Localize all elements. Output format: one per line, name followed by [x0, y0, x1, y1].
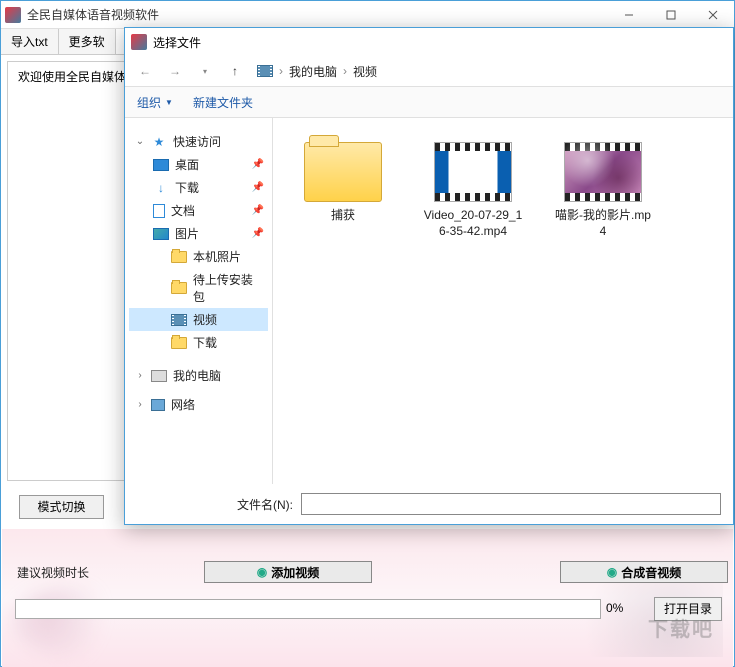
tree-video-label: 视频	[193, 311, 217, 328]
download-icon: ↓	[153, 181, 169, 195]
nav-forward-icon[interactable]: →	[163, 59, 187, 83]
chevron-right-icon: ›	[279, 64, 283, 78]
tree-pending-pkg[interactable]: 待上传安装包	[129, 268, 268, 308]
play-add-icon: ◉	[257, 565, 267, 579]
network-icon	[151, 399, 165, 411]
tree-my-pc-label: 我的电脑	[173, 367, 221, 384]
main-titlebar: 全民自媒体语音视频软件	[1, 1, 734, 29]
suggest-duration-label: 建议视频时长	[17, 564, 89, 581]
breadcrumb-root[interactable]: 我的电脑	[289, 63, 337, 80]
caret-down-icon: ⌄	[135, 136, 145, 147]
tree-pictures[interactable]: 图片 📌	[129, 222, 268, 245]
star-icon: ★	[151, 135, 167, 149]
minimize-button[interactable]	[608, 1, 650, 29]
caret-right-icon: ›	[135, 399, 145, 410]
tree-documents-label: 文档	[171, 202, 195, 219]
dialog-title: 选择文件	[153, 34, 201, 51]
dialog-body: ⌄ ★ 快速访问 桌面 📌 ↓ 下载 📌 文档 📌 图片	[125, 118, 733, 484]
tree-local-photos[interactable]: 本机照片	[129, 245, 268, 268]
tree-desktop-label: 桌面	[175, 156, 199, 173]
folder-thumb-icon	[304, 142, 382, 202]
welcome-text: 欢迎使用全民自媒体	[18, 70, 126, 84]
file-item-video1[interactable]: Video_20-07-29_16-35-42.mp4	[423, 142, 523, 239]
file-item-video2[interactable]: 喵影-我的影片.mp4	[553, 142, 653, 239]
video-thumb-icon	[434, 142, 512, 202]
compose-av-label: 合成音视频	[621, 564, 681, 581]
video-thumb-icon	[564, 142, 642, 202]
mode-switch-button[interactable]: 模式切换	[19, 495, 104, 519]
file-dialog: 选择文件 ← → ▾ ↑ › 我的电脑 › 视频 组织 ▼ 新建文件夹 ⌄ ★ …	[124, 27, 734, 525]
folder-icon	[171, 282, 187, 294]
tree-network[interactable]: › 网络	[129, 393, 268, 416]
open-dir-button[interactable]: 打开目录	[654, 597, 722, 621]
breadcrumb[interactable]: › 我的电脑 › 视频	[257, 63, 377, 80]
video-icon	[171, 314, 187, 326]
organize-button[interactable]: 组织 ▼	[137, 94, 173, 111]
tree-desktop[interactable]: 桌面 📌	[129, 153, 268, 176]
tree-downloads2[interactable]: 下载	[129, 331, 268, 354]
tree-network-label: 网络	[171, 396, 195, 413]
file-grid[interactable]: 捕获 Video_20-07-29_16-35-42.mp4 喵影-我的影片.m…	[273, 118, 733, 484]
compose-av-button[interactable]: ◉ 合成音视频	[560, 561, 728, 583]
tree-my-pc[interactable]: › 我的电脑	[129, 364, 268, 387]
pin-icon: 📌	[252, 205, 264, 216]
add-video-label: 添加视频	[271, 564, 319, 581]
tree-quick-access[interactable]: ⌄ ★ 快速访问	[129, 130, 268, 153]
folder-icon	[171, 337, 187, 349]
filename-input[interactable]	[301, 493, 721, 515]
progress-bar	[15, 599, 601, 619]
nav-tree: ⌄ ★ 快速访问 桌面 📌 ↓ 下载 📌 文档 📌 图片	[125, 118, 273, 484]
tree-pictures-label: 图片	[175, 225, 199, 242]
folder-icon	[171, 251, 187, 263]
app-icon	[5, 7, 21, 23]
dialog-app-icon	[131, 34, 147, 50]
organize-label: 组织	[137, 94, 161, 111]
more-soft-tab[interactable]: 更多软	[59, 29, 116, 54]
file-name: Video_20-07-29_16-35-42.mp4	[423, 208, 523, 239]
picture-icon	[153, 228, 169, 240]
pin-icon: 📌	[252, 228, 264, 239]
file-name: 捕获	[331, 208, 355, 224]
tree-documents[interactable]: 文档 📌	[129, 199, 268, 222]
play-compose-icon: ◉	[607, 565, 617, 579]
video-folder-icon	[257, 65, 273, 77]
tree-video[interactable]: 视频	[129, 308, 268, 331]
progress-percent: 0%	[606, 601, 623, 615]
nav-history-dropdown-icon[interactable]: ▾	[193, 59, 217, 83]
add-video-button[interactable]: ◉ 添加视频	[204, 561, 372, 583]
pin-icon: 📌	[252, 159, 264, 170]
document-icon	[153, 204, 165, 218]
breadcrumb-sub[interactable]: 视频	[353, 63, 377, 80]
desktop-icon	[153, 159, 169, 171]
main-title: 全民自媒体语音视频软件	[27, 6, 159, 23]
chevron-right-icon: ›	[343, 64, 347, 78]
close-button[interactable]	[692, 1, 734, 29]
chevron-down-icon: ▼	[165, 98, 173, 107]
computer-icon	[151, 370, 167, 382]
nav-up-icon[interactable]: ↑	[223, 59, 247, 83]
window-controls	[608, 1, 734, 29]
dialog-footer: 文件名(N):	[125, 484, 733, 524]
tree-quick-access-label: 快速访问	[173, 133, 221, 150]
tree-downloads-label: 下载	[175, 179, 199, 196]
filename-label: 文件名(N):	[237, 496, 293, 513]
tree-downloads[interactable]: ↓ 下载 📌	[129, 176, 268, 199]
new-folder-button[interactable]: 新建文件夹	[193, 94, 253, 111]
dialog-toolbar: 组织 ▼ 新建文件夹	[125, 86, 733, 118]
bottom-panel-bg	[2, 529, 733, 667]
dialog-nav: ← → ▾ ↑ › 我的电脑 › 视频	[125, 56, 733, 86]
caret-right-icon: ›	[135, 370, 145, 381]
pin-icon: 📌	[252, 182, 264, 193]
tree-downloads2-label: 下载	[193, 334, 217, 351]
dialog-titlebar: 选择文件	[125, 28, 733, 56]
file-item-folder[interactable]: 捕获	[293, 142, 393, 224]
file-name: 喵影-我的影片.mp4	[553, 208, 653, 239]
tree-local-photos-label: 本机照片	[193, 248, 241, 265]
tree-pending-pkg-label: 待上传安装包	[193, 271, 264, 305]
maximize-button[interactable]	[650, 1, 692, 29]
import-txt-tab[interactable]: 导入txt	[1, 29, 59, 54]
nav-back-icon[interactable]: ←	[133, 59, 157, 83]
